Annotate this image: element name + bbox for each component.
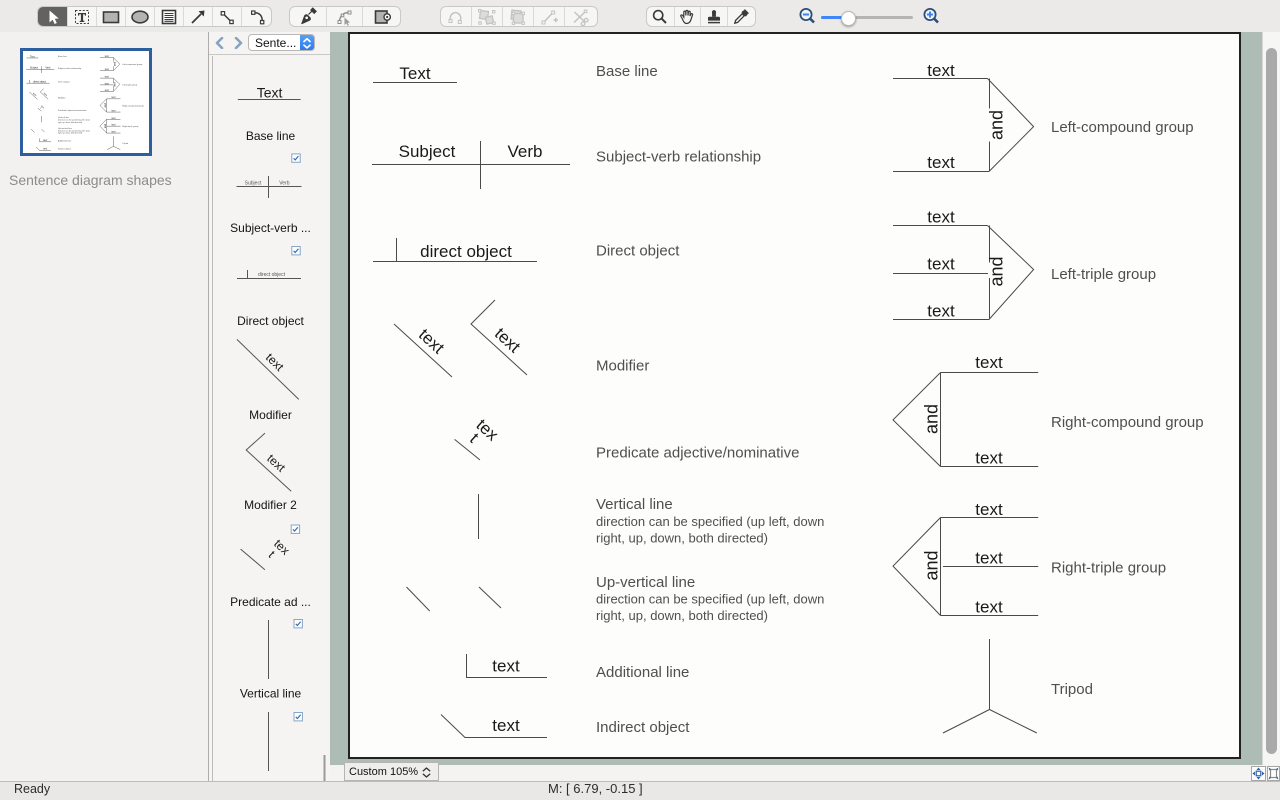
svg-text:Subject-verb ...: Subject-verb ... [230, 221, 311, 235]
svg-text:Direct object: Direct object [237, 314, 304, 328]
svg-text:text: text [263, 350, 287, 374]
svg-text:Verb: Verb [279, 181, 290, 187]
svg-text:tex: tex [271, 537, 292, 558]
svg-text:Text: Text [257, 84, 283, 100]
svg-text:direct object: direct object [258, 272, 286, 278]
svg-text:text: text [264, 451, 288, 475]
svg-text:Vertical line: Vertical line [240, 687, 302, 701]
svg-text:Base line: Base line [246, 129, 296, 143]
svg-text:Subject: Subject [245, 181, 262, 187]
svg-text:Modifier: Modifier [249, 408, 292, 422]
svg-text:Predicate ad ...: Predicate ad ... [230, 595, 311, 609]
svg-text:t: t [266, 548, 279, 561]
svg-text:Modifier 2: Modifier 2 [244, 498, 297, 512]
